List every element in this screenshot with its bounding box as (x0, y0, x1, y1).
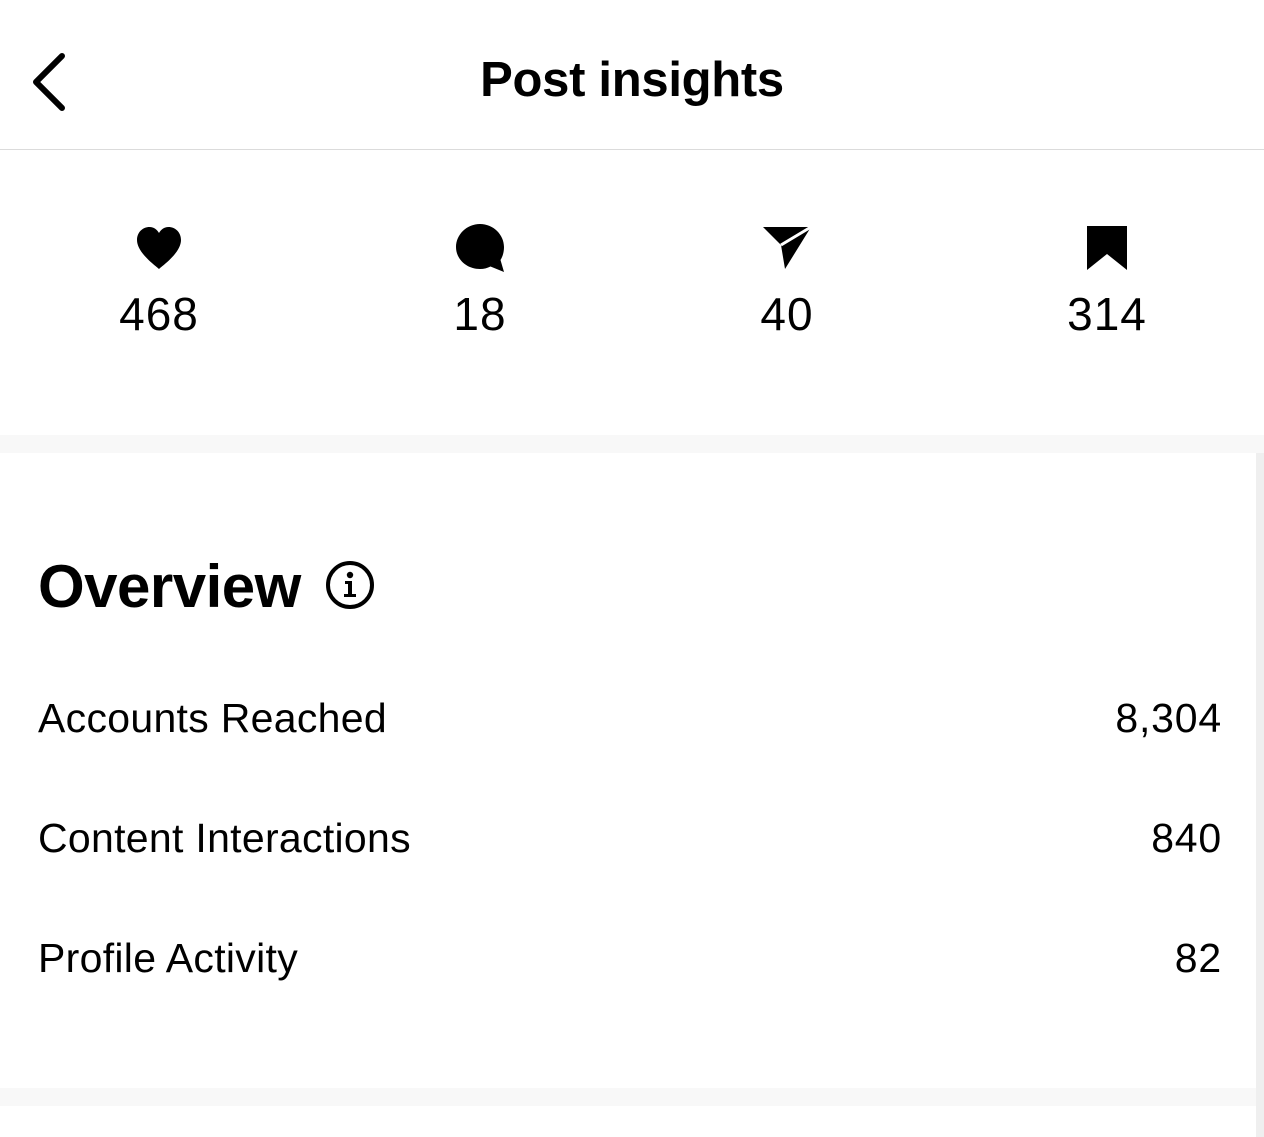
section-divider (0, 435, 1264, 453)
row-label: Profile Activity (38, 934, 298, 981)
accounts-reached-row[interactable]: Accounts Reached 8,304 (38, 688, 1222, 748)
likes-count: 468 (119, 288, 199, 340)
row-label: Accounts Reached (38, 694, 387, 741)
row-value: 840 (1151, 814, 1222, 861)
shares-stat[interactable]: 40 (677, 224, 897, 342)
send-icon (761, 225, 813, 276)
content-interactions-row[interactable]: Content Interactions 840 (38, 808, 1222, 868)
info-button[interactable] (325, 560, 375, 615)
saves-count: 314 (1067, 288, 1147, 340)
info-icon (325, 560, 375, 615)
section-divider (0, 1088, 1256, 1106)
shares-count: 40 (760, 288, 814, 340)
bookmark-icon (1085, 224, 1129, 277)
row-value: 8,304 (1115, 694, 1222, 741)
comments-count: 18 (453, 288, 507, 340)
overview-section: Overview Accounts Reached 8,304 Content … (0, 453, 1256, 1088)
profile-activity-row[interactable]: Profile Activity 82 (38, 928, 1222, 988)
likes-stat[interactable]: 468 (49, 224, 269, 342)
page-title: Post insights (480, 53, 784, 107)
comment-icon (454, 222, 506, 279)
comments-stat[interactable]: 18 (370, 222, 590, 342)
heart-icon (134, 225, 184, 276)
scrollbar[interactable] (1256, 453, 1264, 1137)
row-label: Content Interactions (38, 814, 411, 861)
header-bar: Post insights (0, 0, 1264, 150)
row-value: 82 (1174, 934, 1222, 981)
engagement-stats: 468 18 40 314 (0, 150, 1264, 435)
overview-header: Overview (38, 553, 375, 621)
post-insights-screen: Post insights 468 18 40 314 Overview Acc… (0, 0, 1264, 1137)
saves-stat[interactable]: 314 (997, 224, 1217, 342)
overview-title: Overview (38, 553, 301, 620)
